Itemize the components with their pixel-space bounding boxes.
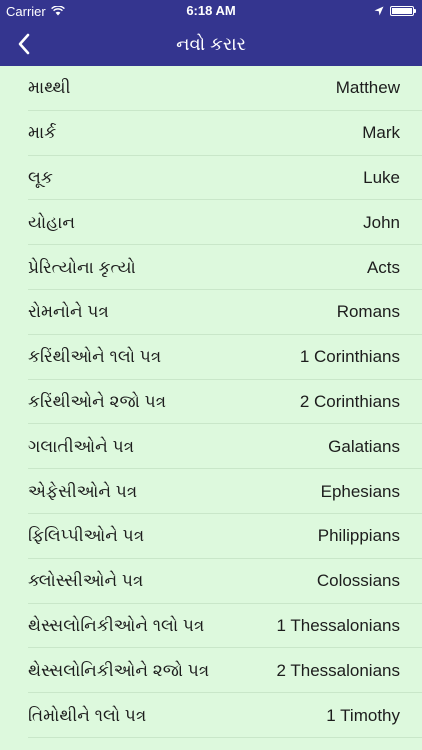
book-name-gujarati: પ્રેરિત્યોના કૃત્યો [28, 257, 136, 277]
status-right [374, 0, 416, 22]
book-name-gujarati: તિમોથીને ૧લો પત્ર [28, 705, 147, 725]
book-name-english: John [363, 212, 400, 232]
book-name-english: 2 Thessalonians [276, 660, 401, 680]
book-name-english: Philippians [317, 526, 400, 546]
list-item[interactable]: પ્રેરિત્યોના કૃત્યો Acts [0, 245, 422, 290]
back-button[interactable] [6, 22, 42, 66]
book-name-gujarati: કરિંથીઓને ૧લો પત્ર [28, 347, 162, 367]
page-title: નવો કરાર [176, 34, 246, 54]
book-name-gujarati: માર્ક [28, 123, 57, 143]
book-name-gujarati: ગલાતીઓને પત્ર [28, 436, 135, 456]
book-name-gujarati: લૂક [28, 167, 53, 187]
book-name-english: Matthew [335, 78, 400, 98]
list-item[interactable]: ફિલિપ્પીઓને પત્ર Philippians [0, 514, 422, 559]
book-name-gujarati: રોમનોને પત્ર [28, 302, 109, 322]
list-item[interactable]: તિમોથીને ૧લો પત્ર 1 Timothy [0, 693, 422, 738]
book-name-english: Luke [363, 167, 400, 187]
book-name-gujarati: એફેસીઓને પત્ર [28, 481, 138, 501]
book-name-english: Colossians [316, 571, 400, 591]
book-name-english: 2 Corinthians [299, 391, 400, 411]
book-name-gujarati: યોહાન [28, 212, 76, 232]
book-name-gujarati: ક્લોસ્સીઓને પત્ર [28, 571, 144, 591]
list-item[interactable]: લૂક Luke [0, 156, 422, 201]
list-item[interactable]: કરિંથીઓને ૨જો પત્ર 2 Corinthians [0, 380, 422, 425]
list-item[interactable]: માથ્થી Matthew [0, 66, 422, 111]
screen: Carrier 6:18 AM નવો કરાર માથ્થી Matthew … [0, 0, 422, 750]
list-item[interactable]: થેસ્સલોનિકીઓને ૨જો પત્ર 2 Thessalonians [0, 648, 422, 693]
list-item[interactable]: કરિંથીઓને ૧લો પત્ર 1 Corinthians [0, 335, 422, 380]
book-name-gujarati: માથ્થી [28, 78, 71, 98]
chevron-left-icon [18, 33, 30, 55]
book-name-gujarati: કરિંથીઓને ૨જો પત્ર [28, 391, 167, 411]
list-item[interactable]: રોમનોને પત્ર Romans [0, 290, 422, 335]
navigation-bar: નવો કરાર [0, 22, 422, 66]
book-name-english: Galatians [328, 436, 400, 456]
list-item[interactable]: યોહાન John [0, 200, 422, 245]
book-name-english: 1 Thessalonians [276, 615, 401, 635]
book-name-gujarati: ફિલિપ્પીઓને પત્ર [28, 526, 145, 546]
book-name-english: 1 Corinthians [299, 347, 400, 367]
location-arrow-icon [374, 4, 384, 19]
list-item[interactable]: ગલાતીઓને પત્ર Galatians [0, 424, 422, 469]
book-name-english: Romans [336, 302, 400, 322]
battery-icon [390, 6, 416, 16]
status-time: 6:18 AM [186, 3, 236, 18]
book-name-english: 1 Timothy [326, 705, 400, 725]
book-name-english: Acts [366, 257, 400, 277]
list-item[interactable]: ક્લોસ્સીઓને પત્ર Colossians [0, 559, 422, 604]
book-name-gujarati: થેસ્સલોનિકીઓને ૧લો પત્ર [28, 615, 205, 635]
book-name-english: Mark [362, 123, 400, 143]
list-item[interactable]: થેસ્સલોનિકીઓને ૧લો પત્ર 1 Thessalonians [0, 604, 422, 649]
status-bar: Carrier 6:18 AM [0, 0, 422, 22]
book-name-gujarati: થેસ્સલોનિકીઓને ૨જો પત્ર [28, 660, 210, 680]
battery-level [392, 8, 412, 14]
list-item[interactable]: એફેસીઓને પત્ર Ephesians [0, 469, 422, 514]
book-name-english: Ephesians [320, 481, 400, 501]
list-item[interactable]: માર્ક Mark [0, 111, 422, 156]
book-list: માથ્થી Matthew માર્ક Mark લૂક Luke યોહાન John પ્… [0, 66, 422, 750]
